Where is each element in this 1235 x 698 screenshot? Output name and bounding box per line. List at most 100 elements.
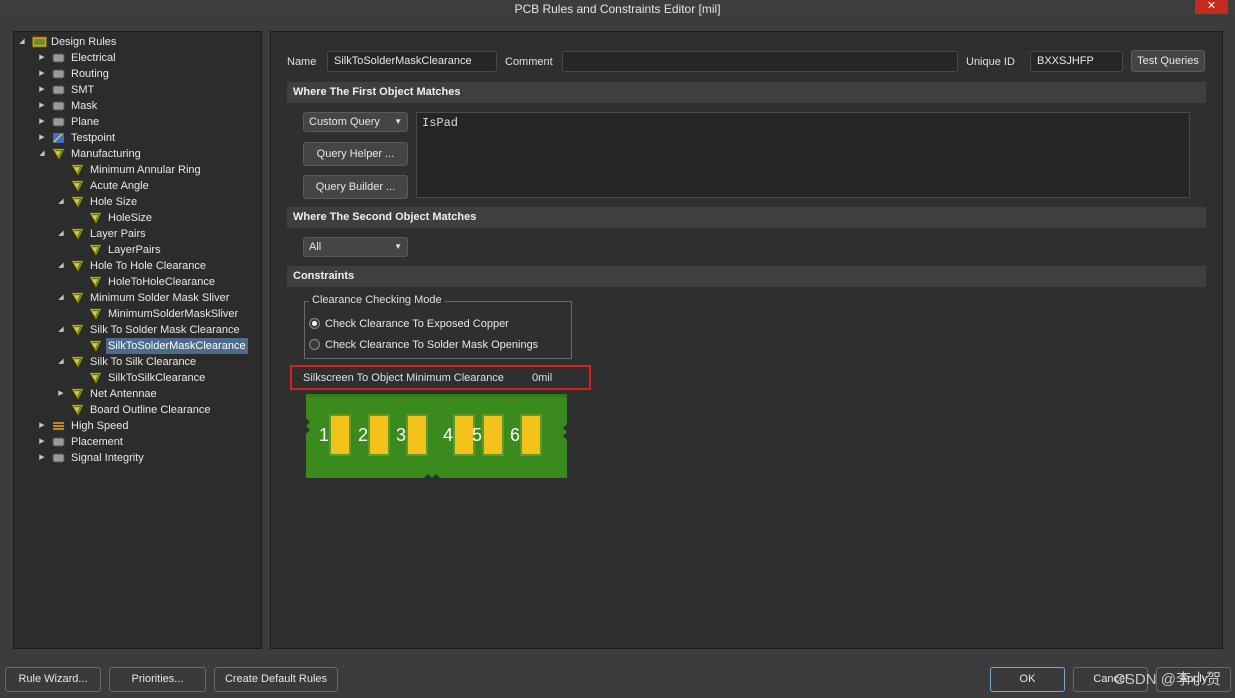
tree-item-label: HoleToHoleClearance xyxy=(108,276,216,288)
watermark-text: CSDN @李小贺 xyxy=(1114,671,1221,688)
signal-integrity-icon xyxy=(52,452,65,464)
close-button[interactable]: ✕ xyxy=(1195,0,1228,14)
first-query-editor[interactable]: IsPad xyxy=(416,112,1190,198)
expand-arrow-icon[interactable]: ▶ xyxy=(38,50,46,66)
tree-item[interactable]: Board Outline Clearance xyxy=(14,402,261,418)
tree-item[interactable]: Acute Angle xyxy=(14,178,261,194)
tree-item[interactable]: SilkToSolderMaskClearance xyxy=(14,338,261,354)
rule-icon xyxy=(52,148,65,160)
collapse-arrow-icon[interactable]: ◢ xyxy=(57,226,65,242)
tree-item[interactable]: ▶ SMT xyxy=(14,82,261,98)
expand-arrow-icon[interactable]: ▶ xyxy=(38,82,46,98)
tree-item[interactable]: ◢ Minimum Solder Mask Sliver xyxy=(14,290,261,306)
expand-arrow-icon[interactable]: ▶ xyxy=(38,418,46,434)
tree-item[interactable]: ▶ Plane xyxy=(14,114,261,130)
rule-icon xyxy=(89,372,102,384)
expand-arrow-icon[interactable]: ▶ xyxy=(38,434,46,450)
priorities-button[interactable]: Priorities... xyxy=(109,667,206,692)
comment-label: Comment xyxy=(505,56,553,68)
tree-item-label: Minimum Solder Mask Sliver xyxy=(90,292,230,304)
tree-item[interactable]: ▶ Testpoint xyxy=(14,130,261,146)
radio-button-checked[interactable] xyxy=(309,318,320,329)
clearance-mode-title: Clearance Checking Mode xyxy=(309,294,445,306)
rule-icon xyxy=(71,260,84,272)
rule-icon xyxy=(71,164,84,176)
tree-item-label: Design Rules xyxy=(51,36,117,48)
window-title: PCB Rules and Constraints Editor [mil] xyxy=(514,2,721,16)
collapse-arrow-icon[interactable]: ◢ xyxy=(57,290,65,306)
collapse-arrow-icon[interactable]: ◢ xyxy=(18,34,26,50)
tree-item-label: Plane xyxy=(71,116,100,128)
name-input[interactable]: SilkToSolderMaskClearance xyxy=(327,51,497,72)
tree-item[interactable]: ◢ Design Rules xyxy=(14,34,261,50)
min-clearance-value[interactable]: 0mil xyxy=(532,372,552,384)
tree-item[interactable]: ▶ Mask xyxy=(14,98,261,114)
tree-item[interactable]: ▶ Placement xyxy=(14,434,261,450)
tree-item-label: Testpoint xyxy=(71,132,116,144)
radio-solder-mask-openings[interactable]: Check Clearance To Solder Mask Openings xyxy=(309,337,538,353)
tree-item[interactable]: ◢ Layer Pairs xyxy=(14,226,261,242)
second-query-type-value: All xyxy=(309,241,322,253)
expand-arrow-icon[interactable]: ▶ xyxy=(38,130,46,146)
clearance-mode-group: Clearance Checking Mode Check Clearance … xyxy=(304,294,572,359)
rule-icon xyxy=(89,244,102,256)
testpoint-icon xyxy=(52,132,65,144)
tree-item-label: Acute Angle xyxy=(90,180,149,192)
tree-item[interactable]: SilkToSilkClearance xyxy=(14,370,261,386)
tree-item[interactable]: ▶ High Speed xyxy=(14,418,261,434)
tree-item[interactable]: ▶ Net Antennae xyxy=(14,386,261,402)
expand-arrow-icon[interactable]: ▶ xyxy=(38,114,46,130)
tree-item[interactable]: MinimumSolderMaskSliver xyxy=(14,306,261,322)
tree-item[interactable]: ▶ Signal Integrity xyxy=(14,450,261,466)
first-query-type-value: Custom Query xyxy=(309,116,380,128)
collapse-arrow-icon[interactable]: ◢ xyxy=(38,146,46,162)
ok-button[interactable]: OK xyxy=(990,667,1065,692)
rules-tree[interactable]: ◢ Design Rules ▶ Electrical ▶ Routing ▶ SMT ▶ Mas… xyxy=(13,31,262,649)
tree-item[interactable]: HoleToHoleClearance xyxy=(14,274,261,290)
radio-button[interactable] xyxy=(309,339,320,350)
collapse-arrow-icon[interactable]: ◢ xyxy=(57,322,65,338)
chevron-down-icon: ▼ xyxy=(394,242,402,251)
tree-item[interactable]: ▶ Routing xyxy=(14,66,261,82)
query-helper-button[interactable]: Query Helper ... xyxy=(303,142,408,166)
tree-item[interactable]: ◢ Silk To Silk Clearance xyxy=(14,354,261,370)
tree-item-label: Hole Size xyxy=(90,196,138,208)
test-queries-button[interactable]: Test Queries xyxy=(1131,50,1205,72)
rule-wizard-button[interactable]: Rule Wizard... xyxy=(5,667,101,692)
unique-id-input[interactable]: BXXSJHFP xyxy=(1030,51,1123,72)
tree-item[interactable]: Minimum Annular Ring xyxy=(14,162,261,178)
collapse-arrow-icon[interactable]: ◢ xyxy=(57,354,65,370)
mask-icon xyxy=(52,100,65,112)
first-query-type-dropdown[interactable]: Custom Query ▼ xyxy=(303,112,408,132)
expand-arrow-icon[interactable]: ▶ xyxy=(57,386,65,402)
tree-item[interactable]: ◢ Hole To Hole Clearance xyxy=(14,258,261,274)
chevron-down-icon: ▼ xyxy=(394,117,402,126)
tree-item[interactable]: ◢ Manufacturing xyxy=(14,146,261,162)
tree-item-label: Silk To Silk Clearance xyxy=(90,356,197,368)
tree-item-label: HoleSize xyxy=(108,212,153,224)
radio-exposed-copper[interactable]: Check Clearance To Exposed Copper xyxy=(309,316,509,332)
tree-item[interactable]: HoleSize xyxy=(14,210,261,226)
tree-item[interactable]: LayerPairs xyxy=(14,242,261,258)
tree-item[interactable]: ◢ Hole Size xyxy=(14,194,261,210)
expand-arrow-icon[interactable]: ▶ xyxy=(38,450,46,466)
tree-item[interactable]: ◢ Silk To Solder Mask Clearance xyxy=(14,322,261,338)
query-builder-button[interactable]: Query Builder ... xyxy=(303,175,408,199)
tree-item-label: Signal Integrity xyxy=(71,452,144,464)
rule-icon xyxy=(71,228,84,240)
create-default-rules-button[interactable]: Create Default Rules xyxy=(214,667,338,692)
placement-icon xyxy=(52,436,65,448)
pad xyxy=(484,416,502,454)
collapse-arrow-icon[interactable]: ◢ xyxy=(57,258,65,274)
expand-arrow-icon[interactable]: ▶ xyxy=(38,98,46,114)
collapse-arrow-icon[interactable]: ◢ xyxy=(57,194,65,210)
second-query-type-dropdown[interactable]: All ▼ xyxy=(303,237,408,257)
constraints-header: Constraints xyxy=(287,266,1206,287)
comment-input[interactable] xyxy=(562,51,958,72)
tree-item-label: Electrical xyxy=(71,52,116,64)
tree-item[interactable]: ▶ Electrical xyxy=(14,50,261,66)
tree-item-label: Minimum Annular Ring xyxy=(90,164,201,176)
expand-arrow-icon[interactable]: ▶ xyxy=(38,66,46,82)
pad-number-label: 6 xyxy=(510,425,520,445)
tree-item-label: SilkToSolderMaskClearance xyxy=(106,338,248,354)
